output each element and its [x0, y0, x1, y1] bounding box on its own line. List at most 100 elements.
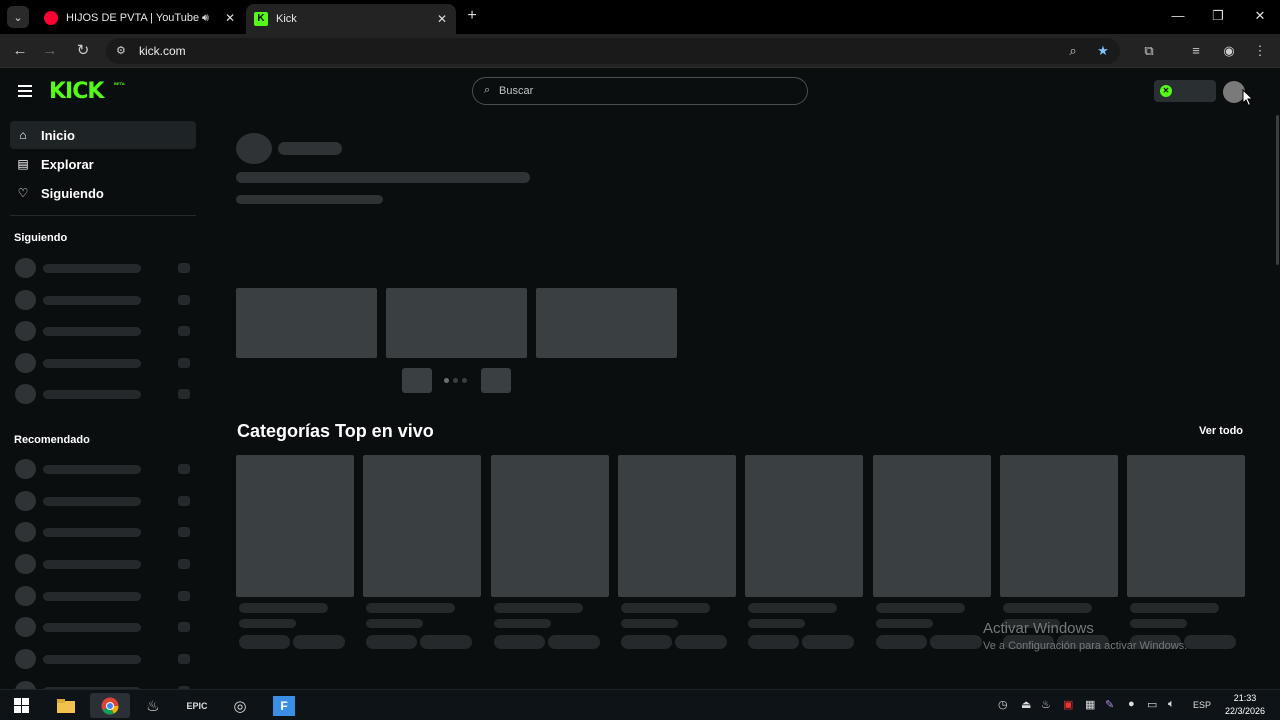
- restore-button[interactable]: ❐: [1198, 6, 1238, 26]
- xbox-icon: ✕: [1160, 85, 1172, 97]
- category-card-placeholder[interactable]: [1127, 455, 1245, 597]
- sidebar-item-explorar[interactable]: ▤ Explorar: [10, 150, 196, 178]
- sidebar-item-inicio[interactable]: ⌂ Inicio: [10, 121, 196, 149]
- bookmark-star-icon[interactable]: ★: [1094, 42, 1112, 60]
- recommended-channel-placeholder: [15, 586, 191, 606]
- profile-icon[interactable]: ◉: [1220, 42, 1238, 60]
- carousel-dots: [444, 378, 467, 384]
- menu-icon[interactable]: [18, 85, 32, 97]
- tray-pen-icon[interactable]: ✎: [1105, 698, 1114, 711]
- back-button[interactable]: ←: [10, 41, 30, 61]
- site-header: KICK BETA ⌕ ✕: [0, 69, 1280, 115]
- tray-grid-icon[interactable]: ▦: [1085, 698, 1095, 711]
- category-card-placeholder[interactable]: [491, 455, 609, 597]
- close-tab-icon[interactable]: ✕: [434, 12, 450, 26]
- recommended-channel-placeholder: [15, 649, 191, 669]
- taskbar-clock[interactable]: 21:33 22/3/2026: [1222, 692, 1268, 718]
- recommended-channel-placeholder: [15, 522, 191, 542]
- category-text-placeholder: [748, 603, 837, 613]
- close-tab-icon[interactable]: ✕: [222, 11, 238, 25]
- section-title: Categorías Top en vivo: [237, 421, 434, 441]
- following-channel-placeholder: [15, 290, 191, 310]
- tab-kick[interactable]: K Kick ✕: [246, 4, 456, 34]
- chrome-taskbar-icon[interactable]: [90, 693, 130, 718]
- steam-tray-icon[interactable]: ♨: [1041, 698, 1051, 711]
- category-card-placeholder[interactable]: [873, 455, 991, 597]
- recommended-channel-placeholder: [15, 617, 191, 637]
- following-channel-placeholder: [15, 321, 191, 341]
- tab-search-button[interactable]: ⌄: [7, 6, 29, 28]
- usb-icon[interactable]: ⏏: [1021, 698, 1031, 711]
- recommended-heading: Recomendado: [14, 434, 90, 446]
- category-text-placeholder: [366, 603, 455, 613]
- category-text-placeholder: [239, 635, 290, 649]
- tray-app-icon[interactable]: ◷: [998, 698, 1008, 711]
- fortnite-icon[interactable]: F: [264, 693, 304, 718]
- search-input[interactable]: [499, 83, 789, 99]
- category-text-placeholder: [548, 635, 600, 649]
- category-text-placeholder: [239, 603, 328, 613]
- search-bar[interactable]: ⌕: [472, 77, 808, 105]
- forward-button[interactable]: →: [40, 41, 60, 61]
- steam-icon[interactable]: ♨: [133, 693, 173, 718]
- category-text-placeholder: [1130, 603, 1219, 613]
- windows-start-icon[interactable]: [1, 693, 41, 718]
- carousel-card-placeholder[interactable]: [386, 288, 527, 358]
- volume-icon[interactable]: 🔈︎: [1168, 698, 1175, 711]
- xbox-button[interactable]: ✕: [1154, 80, 1216, 102]
- microphone-icon[interactable]: ●: [1128, 698, 1135, 710]
- site-settings-icon[interactable]: ⚙: [116, 44, 130, 58]
- recommended-channel-placeholder: [15, 459, 191, 479]
- tab-title: HIJOS DE PVTA | YouTube M: [66, 12, 202, 24]
- obs-icon[interactable]: ◎: [220, 693, 260, 718]
- minimize-button[interactable]: —: [1158, 6, 1198, 26]
- category-text-placeholder: [621, 619, 678, 628]
- close-window-button[interactable]: ✕: [1240, 6, 1280, 26]
- epic-games-icon[interactable]: EPIC: [177, 693, 217, 718]
- sidebar: ⌂ Inicio ▤ Explorar ♡ Siguiendo Siguiend…: [0, 115, 205, 689]
- category-text-placeholder: [876, 635, 927, 649]
- explore-icon: ▤: [17, 157, 29, 171]
- category-text-placeholder: [494, 603, 583, 613]
- extensions-icon[interactable]: ⧉: [1140, 42, 1158, 60]
- category-text-placeholder: [494, 619, 551, 628]
- kick-logo[interactable]: KICK: [49, 79, 104, 104]
- following-channel-placeholder: [15, 353, 191, 373]
- new-tab-button[interactable]: +: [462, 6, 482, 26]
- category-text-placeholder: [621, 603, 710, 613]
- reload-button[interactable]: ↻: [73, 41, 93, 61]
- tab-youtube-music[interactable]: HIJOS DE PVTA | YouTube M 🔊︎ ✕: [36, 4, 244, 32]
- see-all-link[interactable]: Ver todo: [1199, 425, 1243, 437]
- category-text-placeholder: [930, 635, 982, 649]
- media-control-icon[interactable]: ≡: [1187, 42, 1205, 60]
- category-card-placeholder[interactable]: [618, 455, 736, 597]
- search-icon: ⌕: [484, 84, 491, 96]
- carousel-prev-button[interactable]: [402, 368, 432, 393]
- category-card-placeholder[interactable]: [745, 455, 863, 597]
- category-card-placeholder[interactable]: [363, 455, 481, 597]
- sidebar-item-siguiendo[interactable]: ♡ Siguiendo: [10, 179, 196, 207]
- chrome-menu-icon[interactable]: ⋮: [1251, 42, 1269, 60]
- category-text-placeholder: [420, 635, 472, 649]
- address-bar[interactable]: ⚙ kick.com ⌕ ★: [106, 38, 1120, 64]
- tray-red-icon[interactable]: ▣: [1063, 698, 1073, 711]
- featured-title-placeholder: [236, 172, 530, 183]
- network-icon[interactable]: ▭: [1147, 698, 1157, 711]
- home-icon: ⌂: [19, 128, 27, 142]
- category-text-placeholder: [366, 635, 417, 649]
- scrollbar[interactable]: [1276, 115, 1279, 265]
- file-explorer-icon[interactable]: [46, 693, 86, 718]
- language-indicator[interactable]: ESP: [1193, 700, 1211, 710]
- carousel-card-placeholder[interactable]: [236, 288, 377, 358]
- speaker-icon[interactable]: 🔊︎: [202, 12, 216, 25]
- featured-avatar-placeholder: [236, 133, 272, 164]
- category-card-placeholder[interactable]: [236, 455, 354, 597]
- recommended-channel-placeholder: [15, 491, 191, 511]
- sidebar-item-label: Explorar: [41, 156, 94, 172]
- activate-windows-subtext: Ve a Configuración para activar Windows.: [983, 640, 1188, 652]
- carousel-card-placeholder[interactable]: [536, 288, 677, 358]
- featured-subtitle-placeholder: [236, 195, 383, 204]
- zoom-icon[interactable]: ⌕: [1064, 42, 1082, 60]
- carousel-next-button[interactable]: [481, 368, 511, 393]
- category-card-placeholder[interactable]: [1000, 455, 1118, 597]
